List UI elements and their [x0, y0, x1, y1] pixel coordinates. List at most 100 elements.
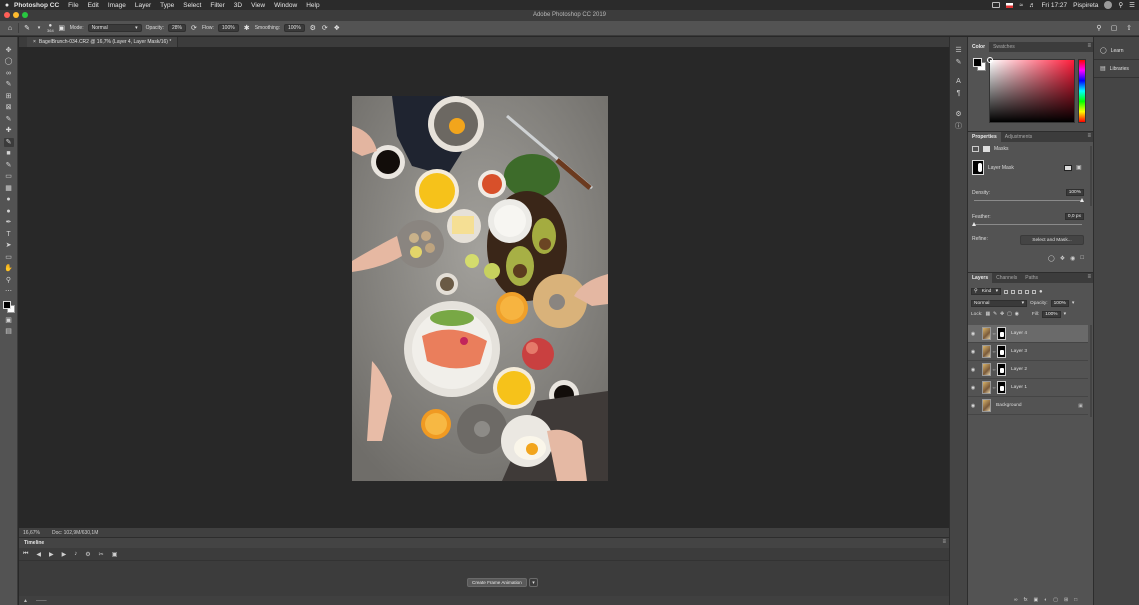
feather-slider-handle[interactable] — [972, 222, 976, 226]
foreground-color[interactable] — [973, 58, 982, 67]
menu-image[interactable]: Image — [108, 2, 126, 9]
layer-row-background[interactable]: ◉ Background ▣ — [968, 397, 1088, 415]
visibility-eye-icon[interactable]: ◉ — [968, 367, 978, 373]
tab-color[interactable]: Color — [968, 42, 990, 52]
menu-select[interactable]: Select — [183, 2, 201, 9]
color-cursor[interactable] — [987, 57, 993, 63]
marquee-tool-icon[interactable]: ◯ — [4, 58, 14, 67]
density-value[interactable]: 100% — [1065, 189, 1084, 196]
document-tab[interactable]: × BagelBrunch-034.CR2 @ 16,7% (Layer 4, … — [27, 37, 179, 47]
audio-icon[interactable]: ♪ — [74, 551, 77, 557]
brush-tool-icon[interactable]: ✎ — [3, 138, 14, 147]
properties-scrollbar[interactable] — [1090, 146, 1092, 206]
mode-dropdown[interactable]: Normal ▾ — [87, 24, 142, 32]
foreground-background-swatch[interactable] — [2, 301, 15, 313]
new-layer-icon[interactable]: ⊞ — [1064, 597, 1068, 603]
type-filter-icon[interactable] — [1018, 289, 1022, 294]
load-selection-icon[interactable]: ◯ — [1048, 255, 1055, 262]
canvas-photo[interactable] — [352, 96, 608, 481]
info-icon[interactable]: ⓘ — [954, 121, 964, 130]
chevron-down-icon[interactable]: ▾ — [1072, 301, 1074, 306]
input-source-flag-icon[interactable] — [1006, 2, 1014, 8]
notification-center-icon[interactable]: ☰ — [1129, 1, 1135, 9]
menu-file[interactable]: File — [68, 2, 78, 9]
link-chain-icon[interactable]: ∞ — [992, 349, 996, 354]
vector-mask-icon[interactable] — [983, 146, 990, 152]
layer-row-layer-3[interactable]: ◉ ∞ Layer 3 — [968, 343, 1088, 361]
layer-name[interactable]: Layer 2 — [1011, 367, 1027, 372]
brush-preset-picker[interactable]: ● 364 — [47, 23, 54, 33]
screen-mode-icon[interactable]: ▤ — [4, 328, 14, 337]
quick-select-tool-icon[interactable]: ✎ — [4, 81, 14, 90]
layer-mask-thumbnail[interactable] — [997, 381, 1006, 394]
add-vector-mask-icon[interactable]: ▣ — [1076, 164, 1082, 171]
adjustment-layer-icon[interactable]: ◐ — [1044, 597, 1047, 603]
menu-help[interactable]: Help — [306, 2, 319, 9]
home-icon[interactable]: ⌂ — [6, 24, 14, 32]
zoom-out-icon[interactable]: ▲ — [23, 598, 28, 604]
close-icon[interactable]: × — [33, 39, 36, 45]
feather-value[interactable]: 0,0 px — [1064, 213, 1084, 220]
layer-row-layer-2[interactable]: ◉ ∞ Layer 2 — [968, 361, 1088, 379]
link-chain-icon[interactable]: ∞ — [992, 331, 996, 336]
flow-field[interactable]: 100% — [217, 24, 239, 32]
adjustment-filter-icon[interactable] — [1011, 289, 1015, 294]
new-group-icon[interactable]: ▢ — [1053, 597, 1058, 603]
search-icon[interactable]: ⚲ — [1095, 24, 1103, 32]
pixel-filter-icon[interactable] — [1004, 289, 1008, 294]
lock-paint-icon[interactable]: ✎ — [993, 312, 997, 317]
feather-slider[interactable] — [972, 222, 1082, 226]
fill-field[interactable]: 100% — [1042, 311, 1061, 318]
smart-object-filter-icon[interactable] — [1032, 289, 1036, 294]
hue-slider[interactable] — [1078, 59, 1086, 123]
zoom-tool-icon[interactable]: ⚲ — [4, 276, 14, 285]
layer-opacity-field[interactable]: 100% — [1050, 300, 1069, 307]
smoothing-field[interactable]: 100% — [284, 24, 305, 32]
play-icon[interactable]: ▶ — [49, 551, 54, 558]
healing-brush-tool-icon[interactable]: ✚ — [4, 127, 14, 136]
type-tool-icon[interactable]: T — [4, 230, 14, 239]
layer-mask-thumbnail[interactable] — [997, 363, 1006, 376]
pressure-opacity-icon[interactable]: ⟳ — [190, 24, 198, 32]
visibility-eye-icon[interactable]: ◉ — [968, 349, 978, 355]
menu-edit[interactable]: Edit — [88, 2, 99, 9]
layer-kind-filter[interactable]: ⚲ Kind ▾ — [971, 288, 1001, 295]
layer-mask-thumbnail[interactable] — [997, 327, 1006, 340]
layer-row-layer-1[interactable]: ◉ ∞ Layer 1 — [968, 379, 1088, 397]
pen-tool-icon[interactable]: ✒ — [4, 219, 14, 228]
next-frame-icon[interactable]: ▶ — [62, 551, 67, 558]
panel-menu-icon[interactable]: ≡ — [942, 539, 946, 545]
avatar[interactable] — [1104, 1, 1113, 9]
paragraph-icon[interactable]: ¶ — [954, 89, 964, 98]
timeline-title[interactable]: Timeline — [24, 540, 44, 546]
first-frame-icon[interactable]: ⏮ — [23, 551, 28, 558]
layer-row-layer-4[interactable]: ◉ ∞ Layer 4 — [968, 325, 1088, 343]
tab-swatches[interactable]: Swatches — [989, 42, 1019, 52]
menu-3d[interactable]: 3D — [234, 2, 242, 9]
add-mask-icon[interactable]: ▣ — [1033, 597, 1038, 603]
select-and-mask-button[interactable]: Select and Mask... — [1020, 235, 1084, 245]
libraries-button[interactable]: ▤ Libraries — [1100, 65, 1129, 73]
gradient-tool-icon[interactable]: ▦ — [4, 184, 14, 193]
layer-name[interactable]: Layer 1 — [1011, 385, 1027, 390]
smoothing-options-gear-icon[interactable]: ⚙ — [309, 24, 317, 32]
battery-icon[interactable] — [992, 2, 1001, 8]
previous-frame-icon[interactable]: ◀ — [36, 551, 41, 558]
blur-tool-icon[interactable]: ● — [4, 196, 14, 205]
tab-layers[interactable]: Layers — [968, 273, 993, 283]
visibility-eye-icon[interactable]: ◉ — [968, 385, 978, 391]
lock-icon[interactable]: ▣ — [1078, 403, 1083, 409]
frame-tool-icon[interactable]: ⊠ — [4, 104, 14, 113]
wifi-icon[interactable]: ≈ — [1019, 2, 1023, 9]
tab-properties[interactable]: Properties — [968, 132, 1001, 142]
trash-icon[interactable]: □ — [1080, 255, 1084, 262]
lock-transparency-icon[interactable]: ▦ — [985, 312, 990, 317]
rectangle-tool-icon[interactable]: ▭ — [4, 253, 14, 262]
user-name[interactable]: Pispireta — [1073, 2, 1098, 9]
split-icon[interactable]: ✂ — [99, 551, 104, 558]
layer-name[interactable]: Layer 4 — [1011, 331, 1027, 336]
layer-thumbnail[interactable] — [982, 327, 991, 340]
menu-layer[interactable]: Layer — [135, 2, 151, 9]
color-field[interactable] — [987, 57, 1075, 123]
layer-thumbnail[interactable] — [982, 381, 991, 394]
